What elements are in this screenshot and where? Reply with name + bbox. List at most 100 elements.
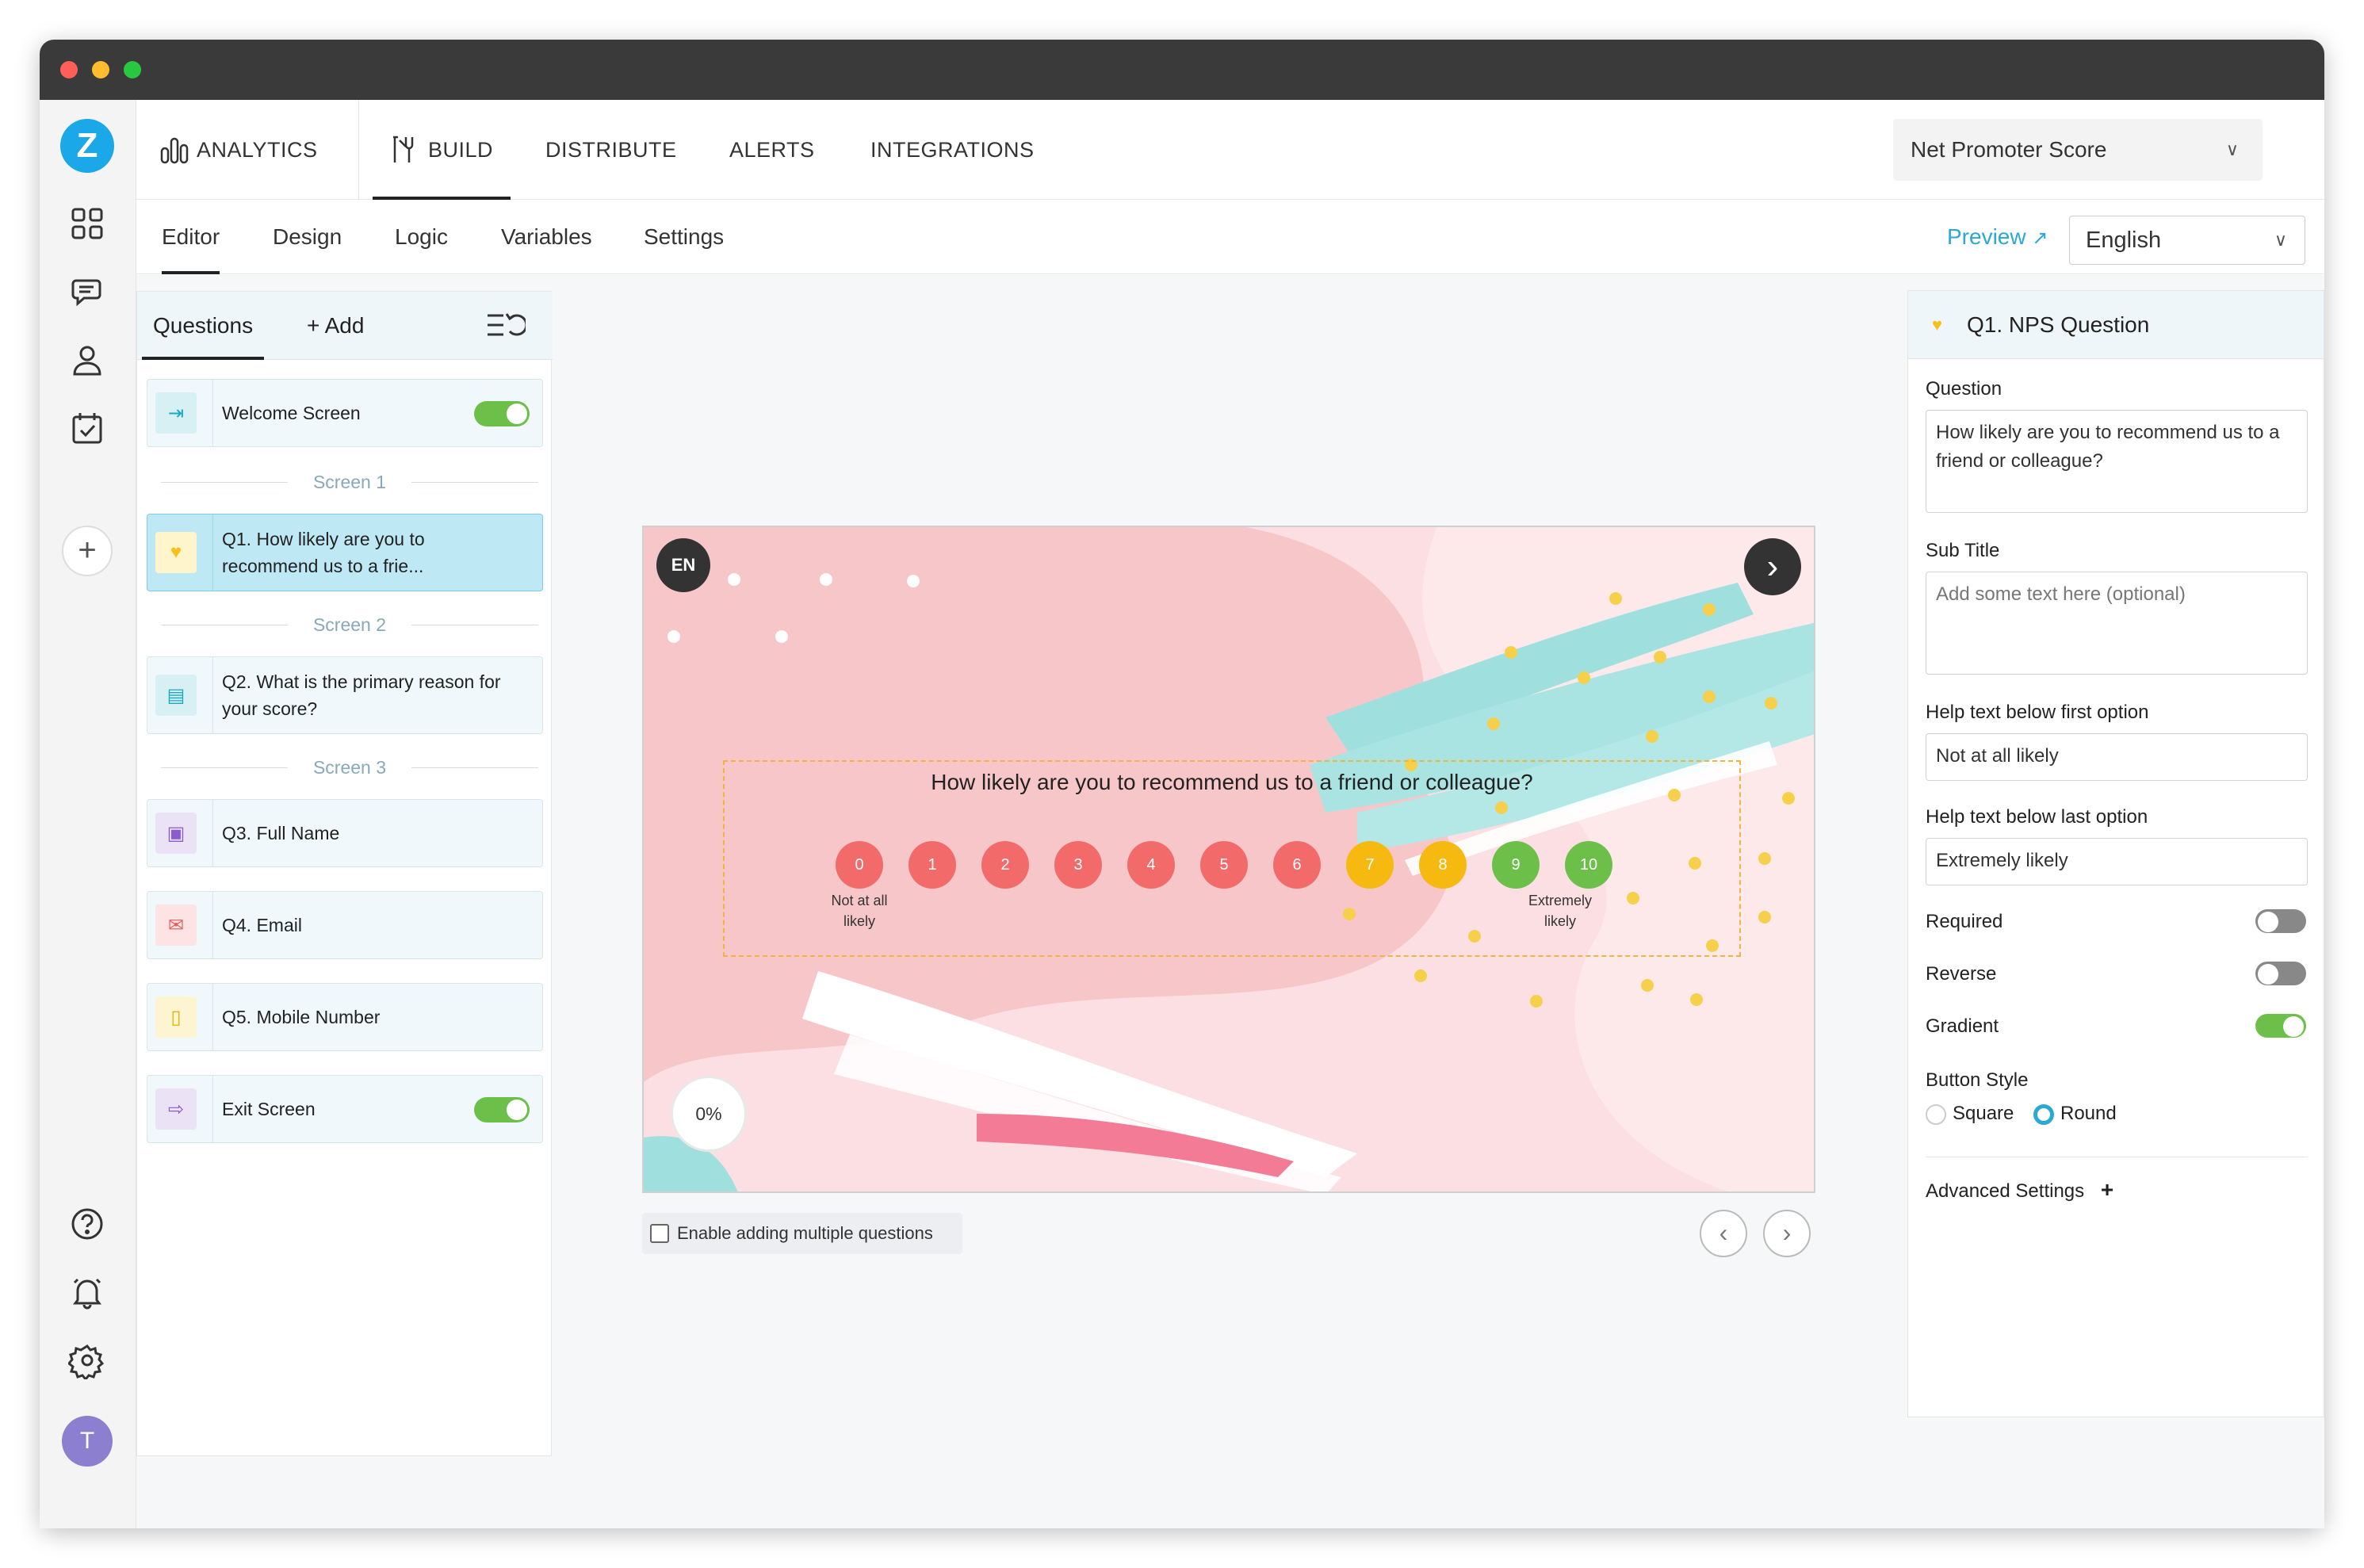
help-icon[interactable] — [68, 1205, 106, 1243]
exit-icon: ⇨ — [155, 1088, 197, 1130]
tab-variables[interactable]: Variables — [501, 200, 592, 274]
decor-dot — [907, 575, 920, 587]
zonka-logo[interactable]: Z — [60, 119, 114, 173]
question-label: Question — [1926, 378, 2003, 400]
decor-dot — [1646, 730, 1658, 743]
nps-option-8[interactable]: 8 — [1419, 841, 1467, 889]
nps-option-0[interactable]: 0 — [836, 841, 883, 889]
questions-tab[interactable]: Questions — [141, 292, 265, 360]
feedback-icon[interactable] — [68, 273, 106, 311]
external-link-icon: ↗ — [2032, 228, 2048, 249]
nps-option-9[interactable]: 9 — [1492, 841, 1540, 889]
gradient-toggle[interactable] — [2255, 1014, 2306, 1038]
survey-selector[interactable]: Net Promoter Score ∨ — [1893, 119, 2263, 181]
required-toggle[interactable] — [2255, 909, 2306, 933]
nav-distribute[interactable]: DISTRIBUTE — [545, 100, 677, 200]
question-card-q2[interactable]: ▤ Q2. What is the primary reason for you… — [147, 656, 543, 734]
exit-screen-toggle[interactable] — [474, 1097, 530, 1122]
top-nav: ANALYTICS BUILD DISTRIBUTE ALERTS INTEGR… — [136, 100, 2324, 200]
plus-icon: + — [2100, 1177, 2114, 1202]
nav-integrations[interactable]: INTEGRATIONS — [870, 100, 1035, 200]
tab-settings[interactable]: Settings — [644, 200, 724, 274]
enter-icon: ⇥ — [155, 392, 197, 434]
add-icon[interactable]: + — [62, 526, 113, 576]
welcome-screen-toggle[interactable] — [474, 401, 530, 426]
nps-option-4[interactable]: 4 — [1127, 841, 1175, 889]
square-label: Square — [1953, 1103, 2014, 1124]
question-card-q4[interactable]: ✉ Q4. Email — [147, 891, 543, 959]
contacts-icon[interactable] — [68, 341, 106, 379]
screen-separator: Screen 1 — [161, 470, 538, 494]
nps-option-6[interactable]: 6 — [1273, 841, 1321, 889]
exit-screen-label: Exit Screen — [222, 1099, 316, 1119]
tab-design[interactable]: Design — [273, 200, 342, 274]
question-card-label: Q4. Email — [222, 915, 302, 935]
user-avatar[interactable]: T — [62, 1416, 113, 1467]
properties-panel: ♥ Q1. NPS Question Question How likely a… — [1907, 290, 2324, 1417]
help-first-input[interactable]: Not at all likely — [1926, 733, 2308, 781]
welcome-screen-label: Welcome Screen — [222, 403, 361, 423]
advanced-settings-link[interactable]: Advanced Settings + — [1926, 1177, 2113, 1203]
card-divider — [212, 380, 213, 446]
question-card-q1[interactable]: ♥ Q1. How likely are you to recommend us… — [147, 514, 543, 591]
card-divider — [212, 800, 213, 866]
nps-option-5[interactable]: 5 — [1200, 841, 1248, 889]
add-question-button[interactable]: + Add — [307, 292, 364, 360]
enable-multiple-questions-checkbox[interactable]: Enable adding multiple questions — [642, 1213, 962, 1254]
settings-gear-icon[interactable] — [67, 1341, 106, 1382]
nps-option-3[interactable]: 3 — [1054, 841, 1102, 889]
nps-option-10[interactable]: 10 — [1565, 841, 1612, 889]
notifications-icon[interactable] — [68, 1273, 106, 1311]
questions-panel-header: Questions + Add — [137, 292, 553, 360]
language-value: English — [2086, 228, 2162, 253]
nps-option-2[interactable]: 2 — [981, 841, 1029, 889]
decor-dot — [1641, 979, 1654, 992]
gradient-label: Gradient — [1926, 1015, 1999, 1037]
build-tools-icon — [393, 136, 414, 163]
decor-dot — [728, 573, 740, 586]
reverse-toggle[interactable] — [2255, 962, 2306, 985]
dashboard-icon[interactable] — [68, 205, 106, 243]
nav-analytics[interactable]: ANALYTICS — [159, 100, 318, 200]
previous-arrow-icon[interactable]: ‹ — [1700, 1210, 1747, 1257]
question-card-q5[interactable]: ▯ Q5. Mobile Number — [147, 983, 543, 1051]
close-window-button[interactable] — [60, 61, 78, 78]
language-badge[interactable]: EN — [656, 538, 710, 592]
tasks-icon[interactable] — [68, 409, 106, 447]
tab-logic[interactable]: Logic — [395, 200, 448, 274]
decor-dot — [668, 630, 680, 643]
next-arrow-icon[interactable]: › — [1744, 538, 1801, 595]
nps-option-1[interactable]: 1 — [908, 841, 956, 889]
subtitle-textarea[interactable]: Add some text here (optional) — [1926, 572, 2308, 675]
language-selector[interactable]: English ∨ — [2069, 216, 2305, 265]
maximize-window-button[interactable] — [124, 61, 141, 78]
help-first-label: Help text below first option — [1926, 702, 2149, 723]
nav-alerts[interactable]: ALERTS — [729, 100, 815, 200]
checkbox-box[interactable] — [650, 1224, 669, 1243]
nps-option-7[interactable]: 7 — [1346, 841, 1394, 889]
preview-link[interactable]: Preview ↗ — [1947, 200, 2048, 274]
tab-editor[interactable]: Editor — [162, 200, 220, 274]
decor-dot — [1609, 592, 1622, 605]
multi-questions-label: Enable adding multiple questions — [677, 1223, 933, 1243]
screen-separator: Screen 3 — [161, 755, 538, 779]
question-card-q3[interactable]: ▣ Q3. Full Name — [147, 799, 543, 867]
exit-screen-card[interactable]: ⇨ Exit Screen — [147, 1075, 543, 1143]
welcome-screen-card[interactable]: ⇥ Welcome Screen — [147, 379, 543, 447]
nav-build[interactable]: BUILD — [373, 100, 511, 200]
help-last-input[interactable]: Extremely likely — [1926, 838, 2308, 885]
question-textarea[interactable]: How likely are you to recommend us to a … — [1926, 410, 2308, 513]
questions-panel: Questions + Add ⇥ Welcome Screen Screen … — [136, 291, 553, 1456]
decor-dot — [1703, 603, 1716, 616]
question-block[interactable]: How likely are you to recommend us to a … — [723, 760, 1741, 957]
square-radio[interactable] — [1926, 1104, 1946, 1125]
question-card-label: Q5. Mobile Number — [222, 1007, 381, 1027]
reorder-icon[interactable] — [486, 309, 526, 341]
decor-dot — [775, 630, 788, 643]
minimize-window-button[interactable] — [92, 61, 109, 78]
round-radio[interactable] — [2033, 1104, 2054, 1125]
analytics-icon — [160, 137, 189, 164]
decor-dot — [1654, 651, 1666, 664]
next-page-arrow-icon[interactable]: › — [1763, 1210, 1811, 1257]
decor-dot — [1758, 852, 1771, 865]
